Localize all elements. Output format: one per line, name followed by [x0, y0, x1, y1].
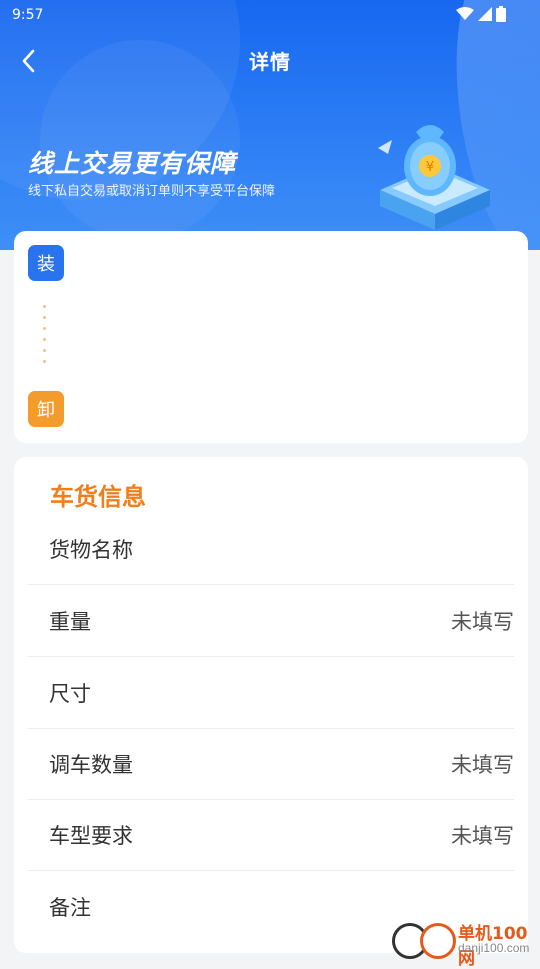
banner-title: 线上交易更有保障: [28, 149, 237, 178]
info-row-vehicle-count: 调车数量 未填写: [28, 728, 514, 800]
row-label: 尺寸: [49, 681, 91, 706]
load-badge: 装: [28, 245, 64, 281]
battery-icon: [496, 6, 506, 22]
row-value: 未填写: [451, 609, 514, 634]
status-bar: 9:57: [0, 0, 540, 32]
row-label: 车型要求: [49, 823, 133, 848]
info-row-vehicle-type: 车型要求 未填写: [28, 799, 514, 871]
eye-icon: [420, 923, 456, 959]
status-icons: [456, 6, 506, 22]
row-value: 未填写: [451, 823, 514, 848]
watermark-url: danji100.com: [458, 941, 530, 955]
wifi-icon: [456, 7, 474, 20]
info-row-size: 尺寸: [28, 657, 514, 729]
signal-icon: [478, 7, 492, 21]
cargo-info-card: 车货信息 货物名称 重量 未填写 尺寸 调车数量 未填写 车型要求 未填写 备注: [14, 457, 528, 953]
row-label: 备注: [49, 895, 91, 920]
row-label: 货物名称: [49, 537, 133, 562]
section-title: 车货信息: [50, 483, 146, 511]
header-banner: 9:57 详情 线上交易更有保障 线下私自交易或取消订单则不享受平台保障 ¥: [0, 0, 540, 250]
page-title: 详情: [249, 50, 291, 74]
banner-subtitle: 线下私自交易或取消订单则不享受平台保障: [28, 184, 276, 199]
money-bag-illustration: ¥: [378, 125, 490, 230]
route-dotted-line: [43, 305, 49, 371]
svg-text:¥: ¥: [426, 160, 434, 175]
info-row-weight: 重量 未填写: [28, 585, 514, 657]
unload-badge: 卸: [28, 391, 64, 427]
row-label: 调车数量: [49, 752, 133, 777]
info-row-cargo-name: 货物名称: [28, 513, 514, 585]
status-time: 9:57: [12, 7, 44, 23]
row-value: 未填写: [451, 752, 514, 777]
route-card: 装 卸: [14, 231, 528, 443]
watermark-logo: 单机100网 danji100.com: [390, 917, 540, 969]
row-label: 重量: [49, 609, 91, 634]
